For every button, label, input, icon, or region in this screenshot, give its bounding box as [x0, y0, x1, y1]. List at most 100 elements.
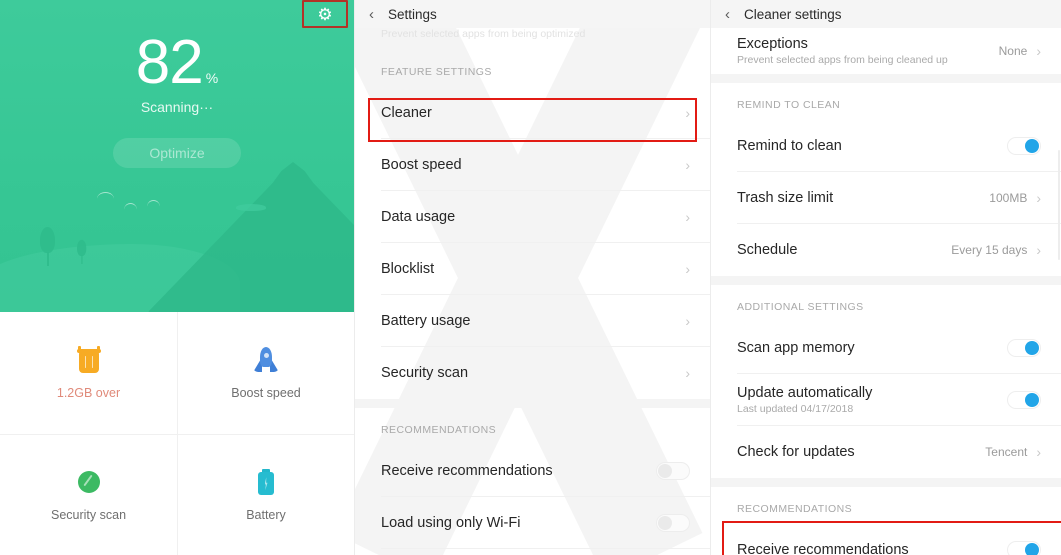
- row-label: Schedule: [737, 242, 798, 258]
- row-value: 100MB: [989, 191, 1028, 205]
- row-label: Scan app memory: [737, 340, 855, 356]
- section-header-recommendations: RECOMMENDATIONS: [381, 424, 497, 436]
- chevron-right-icon: ›: [685, 365, 690, 381]
- optimize-button[interactable]: Optimize: [113, 138, 241, 168]
- chevron-left-icon[interactable]: ‹: [369, 7, 374, 22]
- settings-row-receive-recommendations[interactable]: Receive recommendations: [711, 524, 1061, 555]
- bird-icon: [124, 203, 137, 210]
- toggle-remind-to-clean[interactable]: [1007, 137, 1041, 155]
- toggle-load-using-only-wifi[interactable]: [656, 514, 690, 532]
- settings-row-blocklist[interactable]: Blocklist ›: [355, 243, 710, 295]
- row-label: Boost speed: [381, 157, 462, 173]
- chevron-left-icon[interactable]: ‹: [725, 7, 730, 22]
- chevron-right-icon: ›: [1036, 242, 1041, 258]
- settings-row-remind-to-clean[interactable]: Remind to clean: [711, 120, 1061, 172]
- toggle-receive-recommendations[interactable]: [1007, 541, 1041, 555]
- row-label: Remind to clean: [737, 138, 842, 154]
- chevron-right-icon: ›: [685, 209, 690, 225]
- settings-row-cleaner[interactable]: Cleaner ›: [355, 87, 710, 139]
- chevron-right-icon: ›: [685, 105, 690, 121]
- settings-list: FEATURE SETTINGS Cleaner › Boost speed ›…: [355, 50, 710, 549]
- mountain-snow-cap: [236, 204, 266, 211]
- tile-label: Security scan: [50, 508, 127, 523]
- cut-off-text: Prevent selected apps from being optimiz…: [381, 28, 586, 40]
- toggle-receive-recommendations[interactable]: [656, 462, 690, 480]
- row-label: Cleaner: [381, 105, 432, 121]
- settings-row-update-automatically[interactable]: Update automatically Last updated 04/17/…: [711, 374, 1061, 426]
- tile-security-scan[interactable]: Security scan: [0, 433, 177, 555]
- chevron-right-icon: ›: [1036, 43, 1041, 59]
- section-divider: [711, 74, 1061, 83]
- settings-row-receive-recommendations[interactable]: Receive recommendations: [355, 445, 710, 497]
- optimizer-home-panel: ⚙ 82 % Scanning··· Optimize 1.2GB over B…: [0, 0, 354, 555]
- row-label: Exceptions: [737, 36, 808, 52]
- cleaner-settings-list: Exceptions Prevent selected apps from be…: [711, 28, 1061, 555]
- page-title: Cleaner settings: [744, 6, 842, 22]
- section-header-additional-settings: ADDITIONAL SETTINGS: [737, 301, 864, 313]
- section-divider: [711, 276, 1061, 285]
- battery-icon: [251, 467, 281, 497]
- section-divider: [711, 478, 1061, 487]
- toggle-update-automatically[interactable]: [1007, 391, 1041, 409]
- section-header-recommendations: RECOMMENDATIONS: [737, 503, 853, 515]
- row-label: Battery usage: [381, 313, 471, 329]
- tree-icon: [40, 227, 55, 266]
- tile-battery[interactable]: Battery: [177, 433, 354, 555]
- tile-label: 1.2GB over: [56, 386, 121, 401]
- cleaner-settings-titlebar: ‹ Cleaner settings: [711, 0, 1061, 28]
- settings-row-security-scan[interactable]: Security scan ›: [355, 347, 710, 399]
- chevron-right-icon: ›: [1036, 190, 1041, 206]
- bird-icon: [147, 200, 160, 207]
- page-title: Settings: [388, 6, 437, 22]
- row-label: Receive recommendations: [381, 463, 553, 479]
- scan-score: 82 % Scanning···: [0, 28, 354, 115]
- section-header-feature-settings: FEATURE SETTINGS: [381, 66, 492, 78]
- settings-row-exceptions[interactable]: Exceptions Prevent selected apps from be…: [711, 28, 1061, 74]
- row-value: Tencent: [985, 445, 1028, 459]
- tile-cleaner[interactable]: 1.2GB over: [0, 312, 177, 434]
- row-label: Data usage: [381, 209, 456, 225]
- row-label: Blocklist: [381, 261, 435, 277]
- scrollbar[interactable]: [1058, 150, 1060, 260]
- tile-label: Battery: [246, 508, 286, 523]
- settings-row-check-for-updates[interactable]: Check for updates Tencent ›: [711, 426, 1061, 478]
- tile-boost-speed[interactable]: Boost speed: [177, 312, 354, 434]
- row-label: Check for updates: [737, 444, 855, 460]
- shield-icon: [74, 467, 104, 497]
- score-percent-symbol: %: [205, 69, 219, 86]
- row-label: Security scan: [381, 365, 469, 381]
- row-label: Load using only Wi-Fi: [381, 515, 521, 531]
- row-label: Update automatically: [737, 385, 873, 401]
- rocket-icon: [251, 345, 281, 375]
- feature-tile-grid: 1.2GB over Boost speed Security scan Bat…: [0, 312, 354, 555]
- scan-status-text: Scanning···: [140, 98, 214, 115]
- settings-row-data-usage[interactable]: Data usage ›: [355, 191, 710, 243]
- row-value: Every 15 days: [951, 243, 1028, 257]
- row-label: Receive recommendations: [737, 542, 909, 555]
- settings-row-load-using-only-wifi[interactable]: Load using only Wi-Fi: [355, 497, 710, 549]
- score-value: 82: [135, 28, 204, 97]
- bird-icon: [97, 192, 114, 199]
- cleaner-settings-panel: ‹ Cleaner settings Exceptions Prevent se…: [710, 0, 1061, 555]
- row-sublabel: Last updated 04/17/2018: [737, 403, 854, 415]
- settings-row-trash-size-limit[interactable]: Trash size limit 100MB ›: [711, 172, 1061, 224]
- mountain-shape: [148, 162, 354, 312]
- tile-label: Boost speed: [231, 386, 301, 401]
- settings-row-boost-speed[interactable]: Boost speed ›: [355, 139, 710, 191]
- chevron-right-icon: ›: [685, 157, 690, 173]
- section-header-remind-to-clean: REMIND TO CLEAN: [737, 99, 841, 111]
- settings-panel: ‹ Settings Prevent selected apps from be…: [354, 0, 710, 555]
- settings-row-scan-app-memory[interactable]: Scan app memory: [711, 322, 1061, 374]
- settings-row-schedule[interactable]: Schedule Every 15 days ›: [711, 224, 1061, 276]
- cut-off-row-subtitle: Prevent selected apps from being optimiz…: [355, 28, 710, 50]
- settings-gear-button[interactable]: ⚙: [302, 0, 348, 28]
- chevron-right-icon: ›: [685, 313, 690, 329]
- highlight-box-gear: [302, 0, 348, 28]
- settings-row-battery-usage[interactable]: Battery usage ›: [355, 295, 710, 347]
- scan-hero: ⚙ 82 % Scanning··· Optimize: [0, 0, 354, 312]
- tree-icon: [77, 239, 87, 264]
- chevron-right-icon: ›: [1036, 444, 1041, 460]
- toggle-scan-app-memory[interactable]: [1007, 339, 1041, 357]
- settings-titlebar: ‹ Settings: [355, 0, 710, 28]
- row-value: None: [998, 44, 1028, 58]
